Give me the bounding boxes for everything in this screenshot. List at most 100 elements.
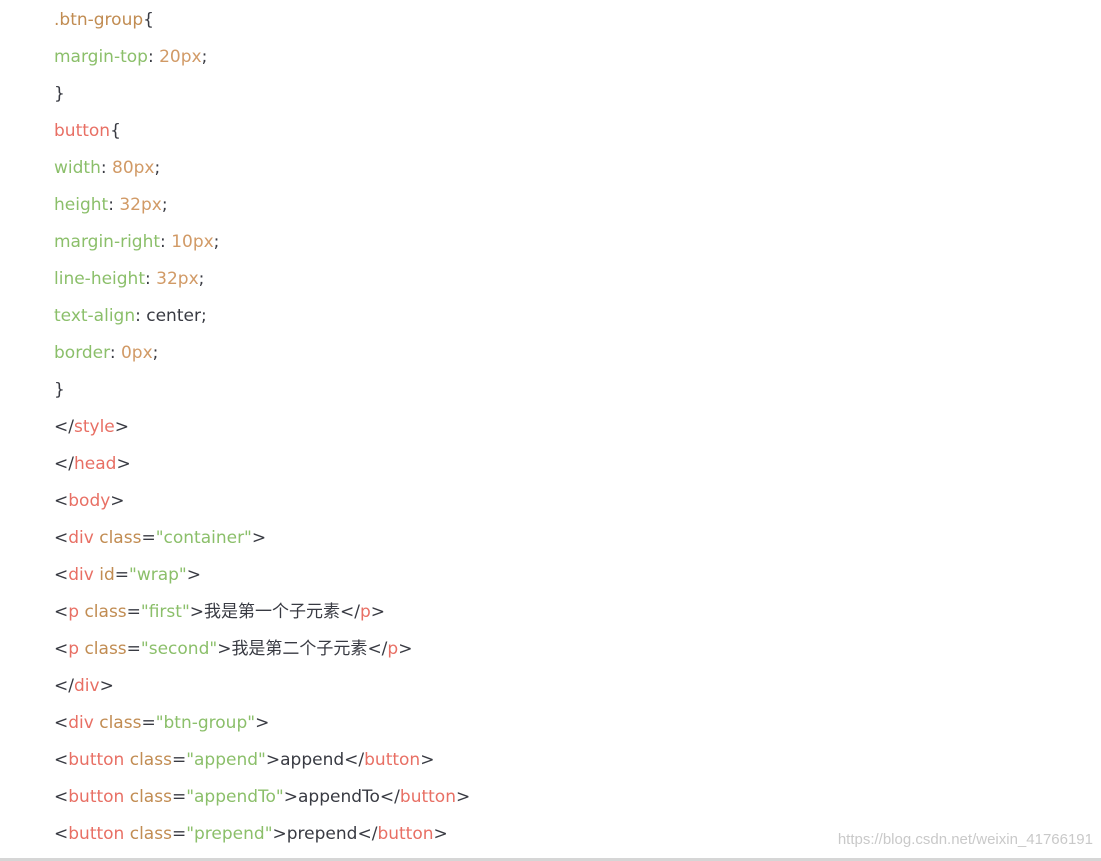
- code-line: }: [54, 76, 65, 113]
- code-token-text: 我是第一个子元素: [204, 602, 341, 622]
- code-token-text: prepend: [286, 824, 358, 844]
- code-token-punct: :: [147, 47, 160, 67]
- code-token-punct: </: [340, 602, 360, 622]
- code-line: <div class="btn-group">: [54, 705, 269, 742]
- watermark: https://blog.csdn.net/weixin_41766191: [837, 831, 1093, 848]
- code-token-tag: body: [68, 491, 111, 511]
- code-token-punct: =: [114, 565, 129, 585]
- code-token-tag: p: [68, 639, 80, 659]
- code-line: }: [54, 372, 65, 409]
- code-token-prop: height: [54, 195, 109, 215]
- code-token-punct: >: [114, 417, 129, 437]
- code-token-tag: button: [377, 824, 434, 844]
- code-line: <p class="first">我是第一个子元素</p>: [54, 594, 385, 631]
- code-line: height: 32px;: [54, 187, 168, 224]
- code-token-text: appendTo: [298, 787, 380, 807]
- code-token-attr: id: [99, 565, 115, 585]
- code-line: margin-top: 20px;: [54, 39, 207, 76]
- code-token-punct: </: [379, 787, 400, 807]
- code-token-string: "btn-group": [155, 713, 256, 733]
- code-line: button{: [54, 113, 121, 150]
- code-line: <div class="container">: [54, 520, 266, 557]
- code-token-number: 0px: [120, 343, 153, 363]
- code-token-punct: }: [54, 380, 65, 400]
- code-token-prop: border: [54, 343, 110, 363]
- code-token-punct: >: [420, 750, 435, 770]
- code-token-punct: >: [255, 713, 270, 733]
- code-token-punct: >: [251, 528, 267, 548]
- code-token-punct: ;: [154, 158, 161, 178]
- code-token-number: 80px: [112, 158, 155, 178]
- code-line: text-align: center;: [54, 298, 207, 335]
- code-line: <button class="append">append</button>: [54, 742, 434, 779]
- code-token-punct: >: [265, 750, 281, 770]
- code-token-tag: div: [73, 676, 100, 696]
- code-token-tag: button: [399, 787, 456, 807]
- code-line: line-height: 32px;: [54, 261, 204, 298]
- code-token-tag: button: [364, 750, 421, 770]
- code-token-punct: >: [217, 639, 232, 659]
- code-token-string: "wrap": [129, 565, 187, 585]
- code-token-tag: p: [360, 602, 371, 622]
- code-token-attr: class: [99, 528, 142, 548]
- code-token-punct: <: [54, 787, 69, 807]
- code-token-punct: >: [283, 787, 298, 807]
- code-token-punct: >: [99, 676, 114, 696]
- code-token-punct: </: [54, 454, 74, 474]
- code-token-attr: class: [84, 602, 127, 622]
- code-token-number: 20px: [159, 47, 202, 67]
- code-token-punct: {: [110, 121, 121, 141]
- code-token-punct: =: [126, 639, 141, 659]
- code-token-punct: :: [100, 158, 112, 178]
- code-token-punct: </: [54, 417, 74, 437]
- code-token-punct: >: [370, 602, 386, 622]
- code-token-punct: <: [54, 491, 69, 511]
- code-token-string: "second": [140, 639, 218, 659]
- code-token-string: "prepend": [186, 824, 273, 844]
- code-token-prop: line-height: [54, 269, 146, 289]
- code-token-punct: </: [54, 676, 74, 696]
- code-line: <button class="appendTo">appendTo</butto…: [54, 779, 470, 816]
- code-line: <div id="wrap">: [54, 557, 201, 594]
- code-token-number: 32px: [119, 195, 162, 215]
- code-token-prop: margin-right: [54, 232, 161, 252]
- code-token-punct: ;: [201, 47, 208, 67]
- code-token-punct: >: [116, 454, 131, 474]
- code-token-number: 32px: [156, 269, 199, 289]
- code-token-text: append: [280, 750, 345, 770]
- code-token-attr: class: [129, 750, 172, 770]
- code-token-tag: head: [73, 454, 117, 474]
- code-token-punct: =: [171, 824, 187, 844]
- code-token-tag: p: [68, 602, 80, 622]
- code-token-tag: div: [68, 528, 94, 548]
- code-token-punct: ;: [213, 232, 220, 252]
- code-token-punct: >: [433, 824, 448, 844]
- code-line: <body>: [54, 483, 125, 520]
- code-token-prop: width: [54, 158, 101, 178]
- code-token-string: "first": [140, 602, 190, 622]
- code-token-punct: =: [141, 528, 156, 548]
- code-token-punct: <: [54, 565, 69, 585]
- code-token-prop: margin-top: [54, 47, 148, 67]
- code-token-punct: <: [54, 528, 69, 548]
- code-token-attr: class: [84, 639, 127, 659]
- code-token-punct: ;: [161, 195, 168, 215]
- code-line: width: 80px;: [54, 150, 160, 187]
- code-token-string: "appendTo": [186, 787, 284, 807]
- code-token-tag: button: [68, 787, 125, 807]
- code-token-punct: >: [455, 787, 471, 807]
- code-token-punct: ;: [198, 269, 205, 289]
- code-token-prop: text-align: [54, 306, 136, 326]
- code-token-punct: >: [272, 824, 287, 844]
- code-line: </div>: [54, 668, 114, 705]
- code-token-tag: style: [73, 417, 115, 437]
- code-token-punct: =: [126, 602, 141, 622]
- code-token-punct: </: [344, 750, 365, 770]
- code-token-punct: {: [143, 10, 154, 30]
- code-token-punct: =: [171, 787, 187, 807]
- code-token-punct: >: [398, 639, 413, 659]
- code-token-punct: </: [367, 639, 388, 659]
- code-token-punct: :: [160, 232, 172, 252]
- code-token-number: 10px: [171, 232, 214, 252]
- code-block: .btn-group{margin-top: 20px;} button{widt…: [0, 0, 1101, 858]
